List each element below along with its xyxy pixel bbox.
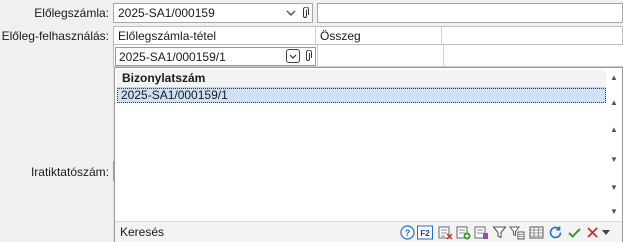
advance-invoice-label: Előlegszámla: <box>34 6 109 20</box>
advance-usage-label: Előleg-felhasználás: <box>1 29 109 43</box>
column-header-invoice-item[interactable]: Előlegszámla-tétel <box>114 27 316 45</box>
advance-usage-row: 2025-SA1/000159/1 <box>113 45 623 67</box>
invoice-item-combobox[interactable]: 2025-SA1/000159/1 <box>115 47 316 66</box>
advanced-filter-icon[interactable] <box>509 224 525 240</box>
lookup-row-value: 2025-SA1/000159/1 <box>121 88 228 102</box>
f2-icon[interactable]: F2 <box>417 224 433 240</box>
scroll-page-down-icon[interactable]: ▼ <box>608 154 620 166</box>
lookup-column-title: Bizonylatszám <box>122 71 206 85</box>
scroll-down-icon[interactable]: ▼ <box>608 182 620 194</box>
dropdown-arrow-icon[interactable] <box>602 230 610 235</box>
clear-list-icon[interactable] <box>437 224 453 240</box>
svg-text:?: ? <box>404 228 410 238</box>
scroll-page-up-icon[interactable]: ▲ <box>608 124 620 136</box>
lookup-column-header[interactable]: Bizonylatszám <box>117 70 606 88</box>
column-divider <box>317 45 318 66</box>
scroll-last-icon[interactable]: ▼ <box>608 206 620 218</box>
edit-record-icon[interactable] <box>473 224 489 240</box>
filter-icon[interactable] <box>491 224 507 240</box>
chevron-down-icon[interactable] <box>284 6 298 20</box>
column-divider <box>443 45 444 66</box>
advance-invoice-combobox[interactable]: 2025-SA1/000159 <box>113 3 313 23</box>
lookup-scrollbar[interactable]: ▲ ▲ ▲ ▼ ▼ ▼ <box>606 68 622 218</box>
lookup-row[interactable]: 2025-SA1/000159/1 <box>117 88 606 103</box>
advance-invoice-extra-field[interactable] <box>317 3 623 23</box>
new-record-icon[interactable] <box>455 224 471 240</box>
attachment-icon[interactable] <box>299 6 311 20</box>
lookup-toolbar: ? F2 <box>397 224 621 240</box>
search-label: Keresés <box>120 225 165 239</box>
help-icon[interactable]: ? <box>399 224 415 240</box>
cancel-x-icon[interactable] <box>584 224 600 240</box>
lookup-popup: Bizonylatszám 2025-SA1/000159/1 ▲ ▲ ▲ ▼ … <box>114 67 623 242</box>
filing-number-label: Iratiktatószám: <box>30 165 109 179</box>
table-view-icon[interactable] <box>528 224 544 240</box>
refresh-icon[interactable] <box>547 224 563 240</box>
advance-usage-grid-header: Előlegszámla-tétel Összeg <box>113 26 623 45</box>
invoice-item-value: 2025-SA1/000159/1 <box>119 50 226 64</box>
advance-invoice-value: 2025-SA1/000159 <box>118 6 215 20</box>
scroll-up-icon[interactable]: ▲ <box>608 97 620 109</box>
attachment-icon[interactable] <box>302 49 314 63</box>
f2-label: F2 <box>420 229 430 238</box>
lookup-footer: Keresés ? F2 <box>115 221 622 242</box>
column-header-amount[interactable]: Összeg <box>316 27 442 45</box>
chevron-down-icon[interactable] <box>286 49 300 63</box>
scroll-first-icon[interactable]: ▲ <box>608 72 620 84</box>
ok-check-icon[interactable] <box>566 224 582 240</box>
